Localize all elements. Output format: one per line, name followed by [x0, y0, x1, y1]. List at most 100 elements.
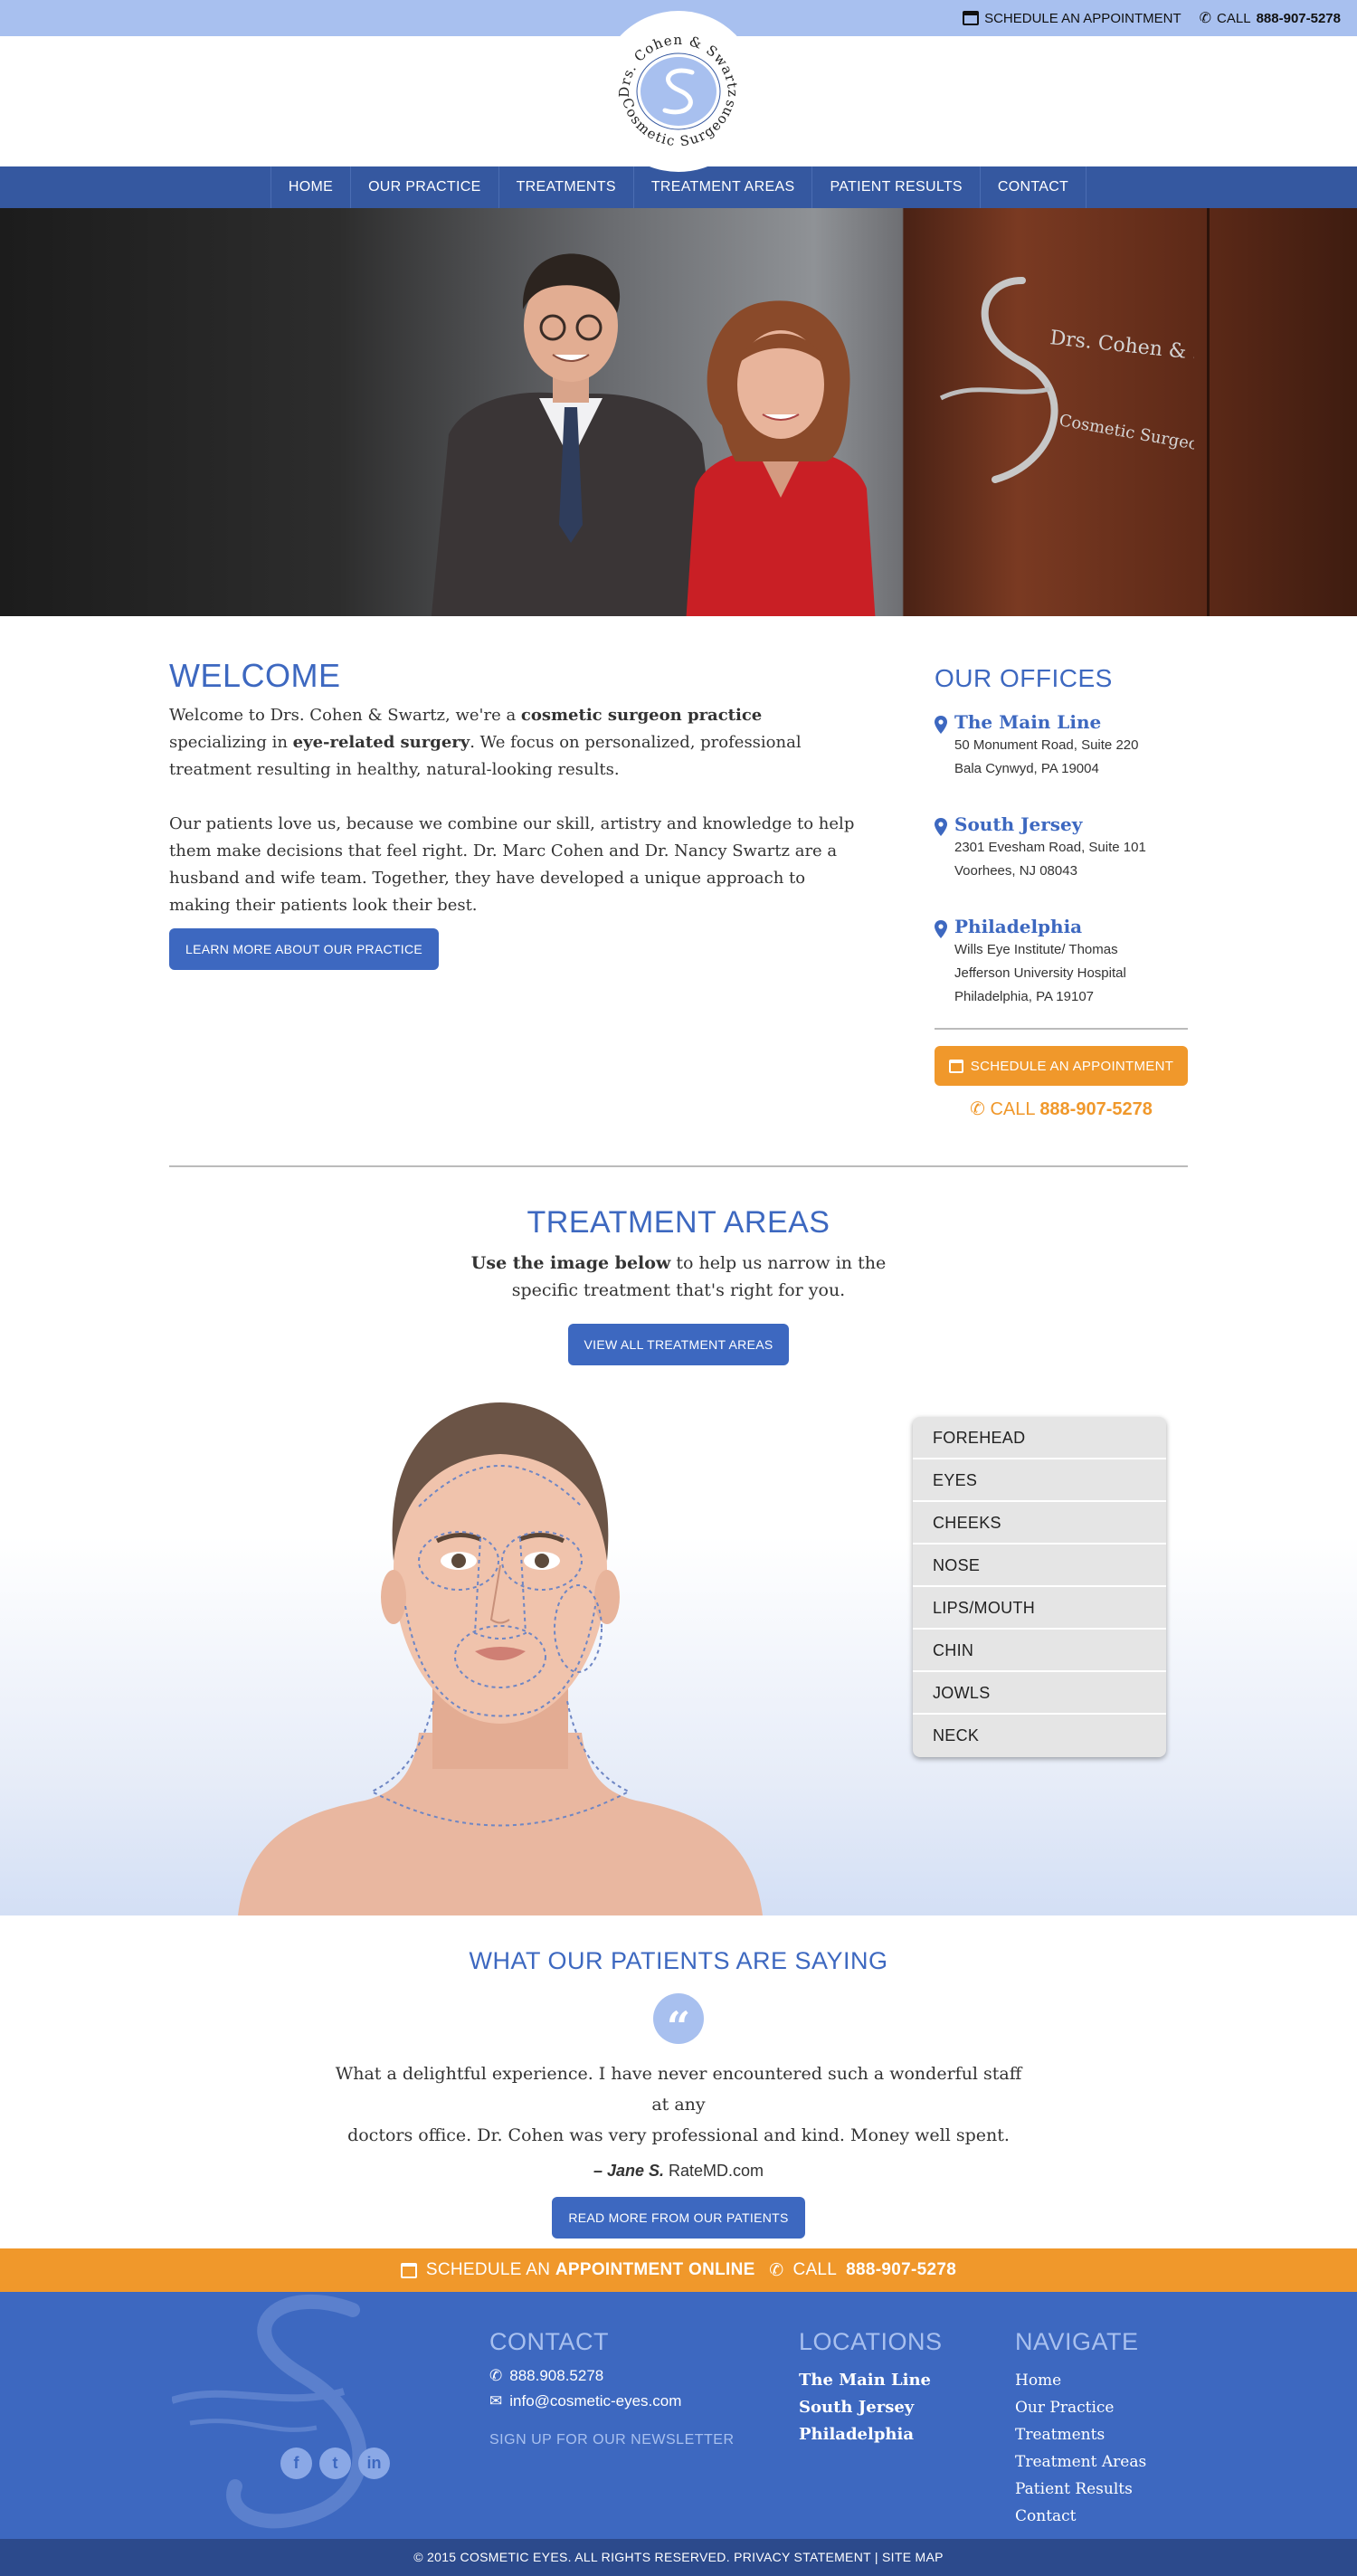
call-link[interactable]: ✆ CALL 888-907-5278 [1200, 9, 1341, 27]
office-name[interactable]: Philadelphia [954, 916, 1126, 937]
area-cheeks[interactable]: CHEEKS [913, 1502, 1166, 1545]
treatment-areas-body: FOREHEAD EYES CHEEKS NOSE LIPS/MOUTH CHI… [0, 1389, 1357, 1915]
footer-swirl-watermark [172, 2295, 367, 2529]
facebook-icon[interactable]: f [280, 2448, 312, 2479]
doctor-woman-photo [686, 300, 876, 616]
schedule-appointment-button[interactable]: SCHEDULE AN APPOINTMENT [935, 1046, 1188, 1086]
testimonials-title: WHAT OUR PATIENTS ARE SAYING [469, 1947, 888, 1974]
treatment-areas-list: FOREHEAD EYES CHEEKS NOSE LIPS/MOUTH CHI… [913, 1417, 1166, 1757]
view-all-treatment-areas-button[interactable]: VIEW ALL TREATMENT AREAS [567, 1324, 790, 1365]
footer-navigate: NAVIGATE Home Our Practice Treatments Tr… [1015, 2328, 1146, 2530]
office-address-line: Wills Eye Institute/ Thomas [954, 942, 1118, 957]
welcome-title: WELCOME [169, 657, 341, 694]
footer-location-link[interactable]: Philadelphia [799, 2421, 943, 2448]
office-address-line: 2301 Evesham Road, Suite 101 [954, 840, 1146, 855]
wood-panel-seam [1207, 208, 1210, 616]
footer-contact: CONTACT ✆ 888.908.5278 ✉ info@cosmetic-eye… [489, 2328, 735, 2448]
footer-nav-link[interactable]: Treatments [1015, 2421, 1146, 2448]
appointment-cta-bar[interactable]: SCHEDULE AN APPOINTMENT ONLINE ✆ CALL 88… [0, 2248, 1357, 2292]
offices-title: OUR OFFICES [935, 664, 1113, 692]
footer-location-link[interactable]: South Jersey [799, 2394, 943, 2421]
map-pin-icon [935, 716, 947, 734]
office-philadelphia: Philadelphia Wills Eye Institute/ Thomas… [935, 916, 1188, 1008]
map-pin-icon [935, 818, 947, 836]
nav-treatments[interactable]: TREATMENTS [498, 166, 633, 208]
footer-nav-link[interactable]: Home [1015, 2367, 1146, 2394]
office-address-line: 50 Monument Road, Suite 220 [954, 737, 1139, 753]
welcome-main: WELCOME Welcome to Drs. Cohen & Swartz, … [169, 657, 857, 1120]
footer-email[interactable]: ✉ info@cosmetic-eyes.com [489, 2392, 735, 2410]
face-map-image [238, 1402, 763, 1915]
hero-image: Drs. Cohen & Swartz Cosmetic Surgeons [0, 208, 1357, 616]
logo[interactable]: Drs. Cohen & Swartz Cosmetic Surgeons [598, 11, 759, 172]
header: Drs. Cohen & Swartz Cosmetic Surgeons [0, 11, 1357, 172]
nav-patient-results[interactable]: PATIENT RESULTS [811, 166, 979, 208]
area-nose[interactable]: NOSE [913, 1545, 1166, 1587]
area-jowls[interactable]: JOWLS [913, 1672, 1166, 1715]
sidebar-call[interactable]: ✆ CALL 888-907-5278 [935, 1098, 1188, 1120]
testimonial-author: – Jane S. RateMD.com [593, 2162, 764, 2180]
welcome-paragraph-2: Our patients love us, because we combine… [169, 814, 855, 915]
offices-sidebar: OUR OFFICES The Main Line 50 Monument Ro… [935, 657, 1188, 1120]
welcome-paragraph-1: Welcome to Drs. Cohen & Swartz, we're a … [169, 706, 802, 779]
area-forehead[interactable]: FOREHEAD [913, 1417, 1166, 1459]
testimonial-quote: What a delightful experience. I have nev… [335, 2064, 1022, 2145]
office-address-line: Bala Cynwyd, PA 19004 [954, 761, 1099, 776]
copyright-bar: © 2015 COSMETIC EYES. ALL RIGHTS RESERVE… [0, 2539, 1357, 2576]
footer-nav-link[interactable]: Contact [1015, 2503, 1146, 2530]
footer-nav-link[interactable]: Patient Results [1015, 2476, 1146, 2503]
testimonials-section: WHAT OUR PATIENTS ARE SAYING “ What a de… [0, 1915, 1357, 2248]
map-pin-icon [935, 920, 947, 938]
nav-contact[interactable]: CONTACT [979, 166, 1087, 208]
footer-nav-link[interactable]: Our Practice [1015, 2394, 1146, 2421]
twitter-icon[interactable]: t [319, 2448, 351, 2479]
schedule-link[interactable]: SCHEDULE AN APPOINTMENT [963, 11, 1181, 26]
office-name[interactable]: The Main Line [954, 711, 1138, 733]
learn-more-button[interactable]: LEARN MORE ABOUT OUR PRACTICE [169, 928, 440, 970]
linkedin-icon[interactable]: in [358, 2448, 390, 2479]
call-number: 888-907-5278 [1256, 10, 1341, 26]
read-more-patients-button[interactable]: READ MORE FROM OUR PATIENTS [552, 2197, 805, 2239]
area-lips-mouth[interactable]: LIPS/MOUTH [913, 1587, 1166, 1630]
office-wall-sign: Drs. Cohen & Swartz Cosmetic Surgeons [939, 277, 1194, 483]
phone-icon: ✆ [764, 2260, 784, 2280]
nav-home[interactable]: HOME [270, 166, 350, 208]
footer: f t in CONTACT ✆ 888.908.5278 ✉ info@cosme… [0, 2292, 1357, 2539]
nav-treatment-areas[interactable]: TREATMENT AREAS [632, 166, 812, 208]
main-nav: HOME OUR PRACTICE TREATMENTS TREATMENT A… [0, 166, 1357, 208]
call-prefix: CALL [1217, 10, 1251, 26]
office-address-line: Jefferson University Hospital [954, 965, 1126, 981]
calendar-icon [948, 1059, 963, 1073]
area-neck[interactable]: NECK [913, 1715, 1166, 1757]
footer-locations-title: LOCATIONS [799, 2328, 943, 2355]
footer-location-link[interactable]: The Main Line [799, 2367, 943, 2394]
sign-bottom-text: Cosmetic Surgeons [1058, 411, 1194, 457]
treatment-areas-header: TREATMENT AREAS Use the image below to h… [0, 1167, 1357, 1365]
area-chin[interactable]: CHIN [913, 1630, 1166, 1672]
newsletter-signup-link[interactable]: SIGN UP FOR OUR NEWSLETTER [489, 2432, 735, 2448]
footer-contact-title: CONTACT [489, 2328, 609, 2355]
treatment-areas-title: TREATMENT AREAS [527, 1205, 830, 1240]
quote-icon: “ [653, 1993, 704, 2051]
footer-phone[interactable]: ✆ 888.908.5278 [489, 2367, 735, 2385]
schedule-label: SCHEDULE AN APPOINTMENT [984, 10, 1181, 26]
sign-top-text: Drs. Cohen & Swartz [1049, 327, 1194, 372]
phone-icon: ✆ [970, 1099, 985, 1119]
welcome-section: WELCOME Welcome to Drs. Cohen & Swartz, … [169, 616, 1188, 1120]
social-links: f t in [280, 2448, 390, 2479]
office-address-line: Voorhees, NJ 08043 [954, 863, 1077, 879]
area-eyes[interactable]: EYES [913, 1459, 1166, 1502]
offices-divider [935, 1028, 1188, 1030]
treatment-areas-intro: Use the image below to help us narrow in… [470, 1253, 887, 1300]
footer-navigate-title: NAVIGATE [1015, 2328, 1139, 2355]
footer-nav-link[interactable]: Treatment Areas [1015, 2448, 1146, 2476]
office-south-jersey: South Jersey 2301 Evesham Road, Suite 10… [935, 813, 1188, 882]
calendar-icon [400, 2262, 417, 2278]
calendar-icon [963, 11, 980, 25]
nav-our-practice[interactable]: OUR PRACTICE [350, 166, 498, 208]
treatment-areas-section: TREATMENT AREAS Use the image below to h… [0, 1167, 1357, 1915]
phone-icon: ✆ [489, 2367, 503, 2384]
office-name[interactable]: South Jersey [954, 813, 1146, 835]
footer-locations: LOCATIONS The Main Line South Jersey Phi… [799, 2328, 943, 2448]
office-address-line: Philadelphia, PA 19107 [954, 989, 1095, 1004]
